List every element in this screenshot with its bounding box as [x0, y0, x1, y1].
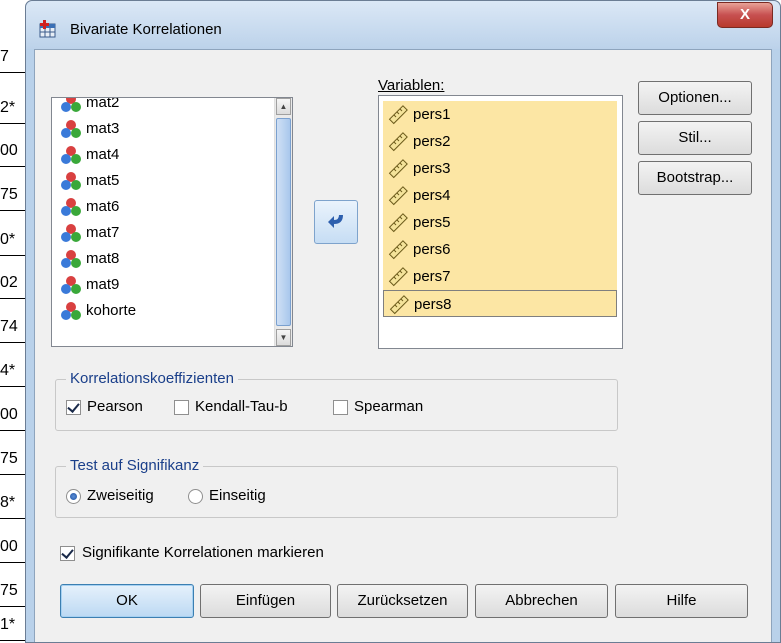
scroll-thumb[interactable] — [276, 118, 291, 326]
list-scrollbar[interactable]: ▲ ▼ — [274, 98, 292, 346]
list-item-label: mat2 — [86, 97, 120, 111]
kendall-label: Kendall-Tau-b — [195, 398, 288, 415]
ruler-scale-icon — [388, 240, 408, 260]
flag-significant-label: Signifikante Korrelationen markieren — [82, 544, 324, 561]
scroll-up-button[interactable]: ▲ — [276, 98, 291, 115]
list-item-label: kohorte — [86, 302, 137, 319]
list-item[interactable]: mat6 — [60, 194, 119, 220]
list-item[interactable]: mat4 — [60, 142, 119, 168]
arrow-left-icon — [328, 215, 343, 228]
ruler-scale-icon — [388, 186, 408, 206]
one-sided-label: Einseitig — [209, 487, 266, 504]
list-item[interactable]: pers4 — [383, 182, 617, 209]
list-item[interactable]: pers3 — [383, 155, 617, 182]
list-item-selected[interactable]: pers8 — [383, 290, 617, 317]
dialog-client-area: mat2 mat3 mat4 mat5 mat6 mat7 mat8 mat9 — [34, 49, 772, 642]
ruler-scale-icon — [388, 159, 408, 179]
nominal-variable-icon — [61, 224, 81, 243]
ruler-scale-icon — [388, 213, 408, 233]
list-item[interactable]: kohorte — [60, 298, 136, 324]
pearson-checkbox[interactable] — [66, 400, 81, 415]
reset-button[interactable]: Zurücksetzen — [337, 584, 468, 618]
list-item-label: mat6 — [86, 198, 120, 215]
move-variable-button[interactable] — [314, 200, 358, 244]
nominal-variable-icon — [61, 172, 81, 191]
spearman-label: Spearman — [354, 398, 424, 415]
cancel-button[interactable]: Abbrechen — [475, 584, 608, 618]
list-item-label: mat7 — [86, 224, 120, 241]
kendall-checkbox[interactable] — [174, 400, 189, 415]
target-variable-list[interactable]: pers1 pers2 pers3 pers4 pers5 pers6 pers… — [378, 95, 623, 349]
list-item-label: mat3 — [86, 120, 120, 137]
ruler-scale-icon — [388, 132, 408, 152]
source-variable-list[interactable]: mat2 mat3 mat4 mat5 mat6 mat7 mat8 mat9 — [51, 97, 293, 347]
nominal-variable-icon — [61, 276, 81, 295]
list-item-label: mat8 — [86, 250, 120, 267]
two-sided-radio[interactable] — [66, 489, 81, 504]
list-item[interactable]: pers7 — [383, 263, 617, 290]
variable-label: pers5 — [413, 214, 451, 231]
window-title: Bivariate Korrelationen — [70, 21, 222, 38]
ruler-scale-icon — [388, 105, 408, 125]
list-item[interactable]: mat8 — [60, 246, 119, 272]
list-item[interactable]: pers6 — [383, 236, 617, 263]
list-item-label: mat5 — [86, 172, 120, 189]
pearson-label: Pearson — [87, 398, 143, 415]
variable-label: pers4 — [413, 187, 451, 204]
nominal-variable-icon — [61, 98, 81, 113]
style-button[interactable]: Stil... — [638, 121, 752, 155]
paste-button[interactable]: Einfügen — [200, 584, 331, 618]
correlation-coefficients-group: Korrelationskoeffizienten Pearson Kendal… — [55, 370, 618, 431]
title-bar[interactable]: Bivariate Korrelationen X — [26, 1, 780, 49]
nominal-variable-icon — [61, 250, 81, 269]
list-item[interactable]: pers5 — [383, 209, 617, 236]
spss-app-icon — [39, 20, 56, 38]
list-item[interactable]: mat3 — [60, 116, 119, 142]
list-item-label: mat4 — [86, 146, 120, 163]
nominal-variable-icon — [61, 198, 81, 217]
ruler-scale-icon — [389, 295, 409, 315]
list-item[interactable]: mat2 — [60, 97, 120, 116]
variable-label: pers7 — [413, 268, 451, 285]
group-legend: Test auf Signifikanz — [66, 457, 204, 475]
variable-label: pers3 — [413, 160, 451, 177]
variables-label: Variablen: — [378, 77, 445, 94]
variable-label: pers1 — [413, 106, 451, 123]
two-sided-label: Zweiseitig — [87, 487, 154, 504]
list-item-label: mat9 — [86, 276, 120, 293]
variable-label: pers6 — [413, 241, 451, 258]
dialog-window: Bivariate Korrelationen X mat2 mat3 mat4… — [25, 0, 781, 643]
significance-test-group: Test auf Signifikanz Zweiseitig Einseiti… — [55, 457, 618, 518]
list-item[interactable]: mat9 — [60, 272, 119, 298]
nominal-variable-icon — [61, 120, 81, 139]
group-legend: Korrelationskoeffizienten — [66, 370, 238, 388]
variable-label: pers8 — [414, 296, 452, 313]
list-item[interactable]: pers1 — [383, 101, 617, 128]
spearman-checkbox[interactable] — [333, 400, 348, 415]
options-button[interactable]: Optionen... — [638, 81, 752, 115]
variable-label: pers2 — [413, 133, 451, 150]
scroll-down-button[interactable]: ▼ — [276, 329, 291, 346]
ruler-scale-icon — [388, 267, 408, 287]
ok-button[interactable]: OK — [60, 584, 194, 618]
one-sided-radio[interactable] — [188, 489, 203, 504]
nominal-variable-icon — [61, 146, 81, 165]
bootstrap-button[interactable]: Bootstrap... — [638, 161, 752, 195]
list-item[interactable]: mat5 — [60, 168, 119, 194]
flag-significant-checkbox[interactable] — [60, 546, 75, 561]
close-button[interactable]: X — [717, 2, 773, 28]
help-button[interactable]: Hilfe — [615, 584, 748, 618]
nominal-variable-icon — [61, 302, 81, 321]
list-item[interactable]: pers2 — [383, 128, 617, 155]
list-item[interactable]: mat7 — [60, 220, 119, 246]
